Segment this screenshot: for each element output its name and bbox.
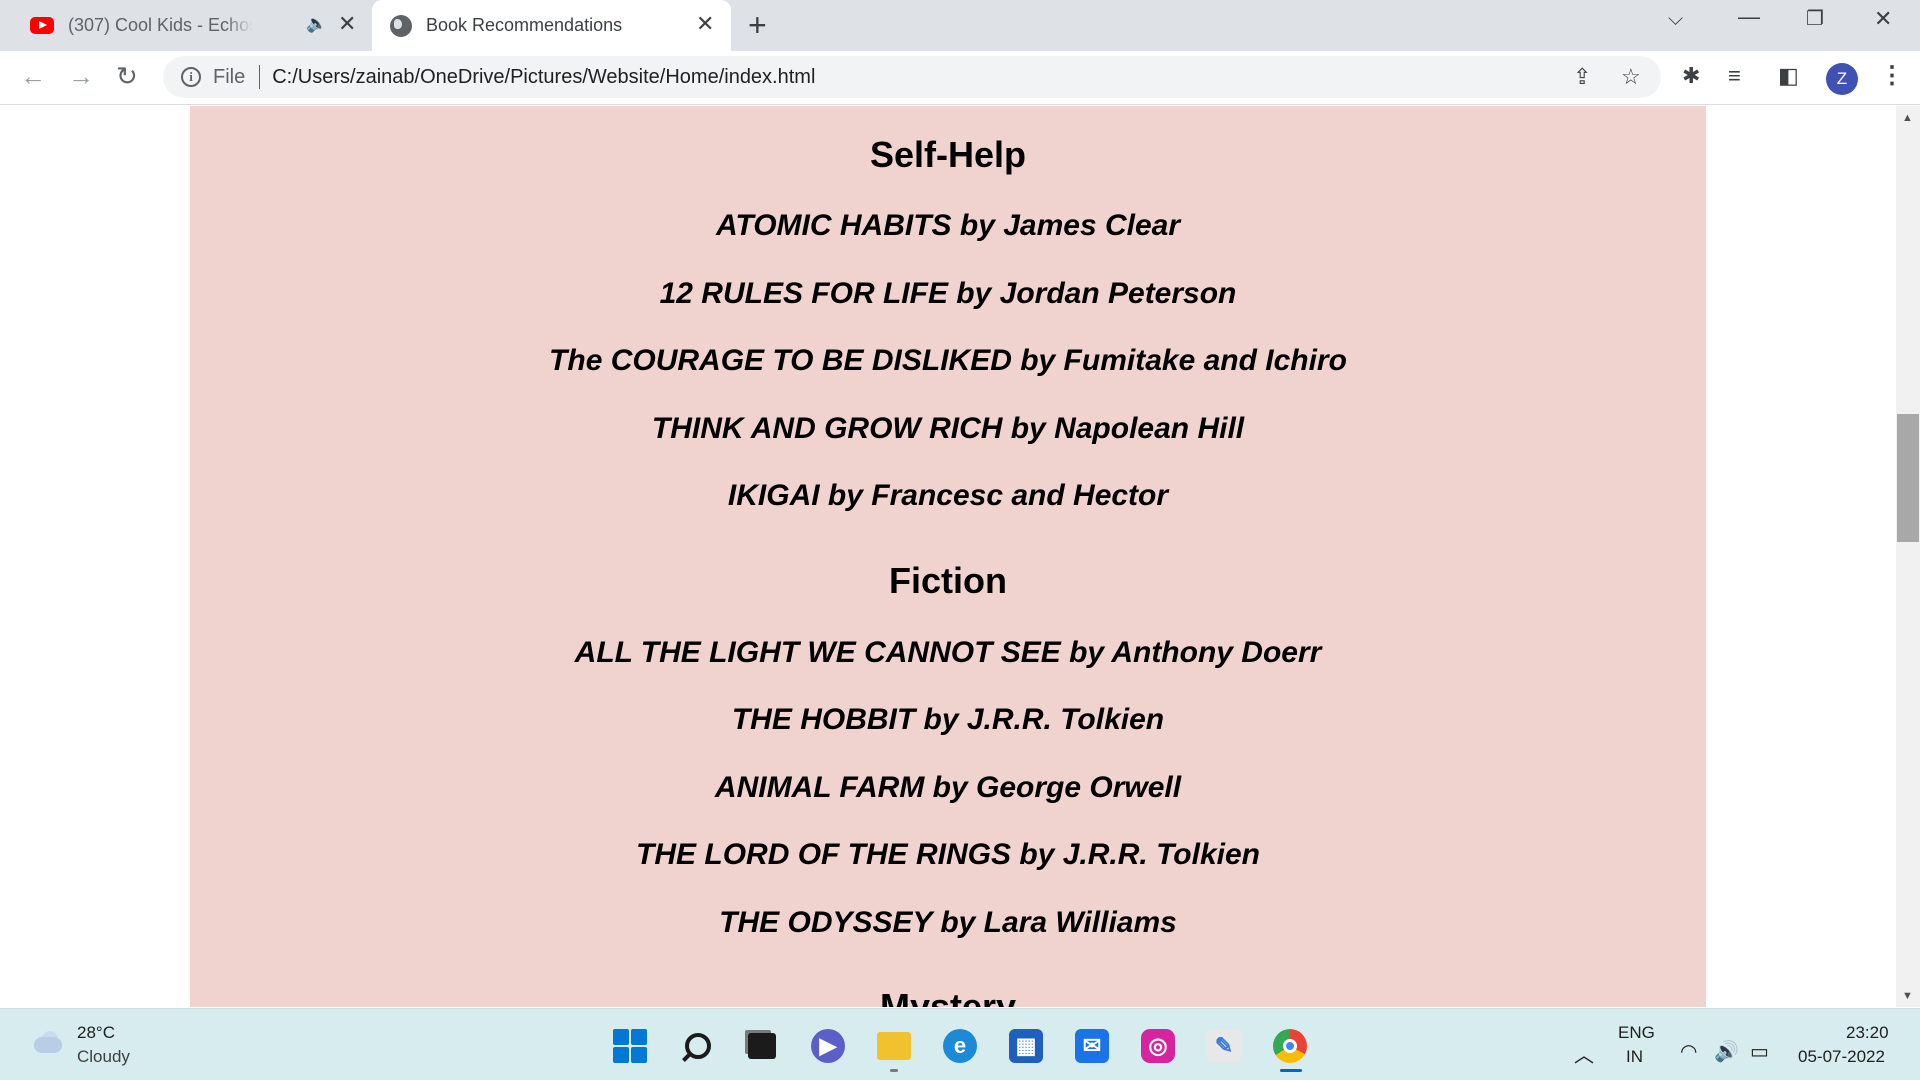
back-arrow-icon[interactable]: ← <box>20 61 46 92</box>
media-control-icon[interactable]: ≡ <box>1728 63 1741 89</box>
minimize-icon[interactable]: — <box>1738 4 1760 30</box>
battery-icon[interactable]: ▭ <box>1750 1039 1769 1064</box>
clock-time[interactable]: 23:20 <box>1846 1023 1889 1043</box>
search-icon[interactable] <box>678 1026 718 1066</box>
wifi-icon[interactable]: ◠ <box>1680 1039 1697 1064</box>
start-icon[interactable] <box>610 1026 650 1066</box>
tab-title: Book Recommendations <box>426 15 623 35</box>
book-item: ANIMAL FARM by George Orwell <box>714 771 1182 804</box>
tab-strip: (307) Cool Kids - Echosmith (Official Vi… <box>0 0 1920 51</box>
reload-icon[interactable]: ↻ <box>116 61 138 92</box>
address-bar[interactable]: i File C:/Users/zainab/OneDrive/Pictures… <box>163 56 1661 98</box>
new-tab-button[interactable]: + <box>748 8 767 42</box>
genre-heading-fiction: Fiction <box>889 560 1007 601</box>
microsoft-store-icon[interactable]: ▦ <box>1006 1026 1046 1066</box>
book-item: IKIGAI by Francesc and Hector <box>727 479 1169 512</box>
divider <box>259 65 261 89</box>
extensions-icon[interactable]: ✱ <box>1682 63 1700 89</box>
clock-date[interactable]: 05-07-2022 <box>1798 1047 1885 1067</box>
genre-heading-mystery: Mystery <box>879 986 1017 1007</box>
cloud-icon[interactable] <box>28 1031 66 1055</box>
task-view-icon[interactable] <box>742 1026 782 1066</box>
youtube-icon <box>30 17 54 34</box>
instagram-icon[interactable]: ◎ <box>1138 1026 1178 1066</box>
profile-avatar[interactable]: Z <box>1826 63 1858 95</box>
share-icon[interactable]: ⇪ <box>1573 64 1591 90</box>
weather-condition[interactable]: Cloudy <box>77 1047 130 1067</box>
book-item: ALL THE LIGHT WE CANNOT SEE by Anthony D… <box>574 636 1322 669</box>
language-indicator[interactable]: ENG <box>1618 1023 1655 1043</box>
weather-temperature[interactable]: 28°C <box>77 1023 115 1043</box>
restore-icon[interactable]: ❐ <box>1806 6 1824 31</box>
tab-youtube[interactable]: (307) Cool Kids - Echosmith (Official Vi… <box>10 0 368 51</box>
chrome-icon[interactable] <box>1270 1026 1310 1066</box>
tab-search-chevron-icon[interactable]: ⌵ <box>1668 8 1683 31</box>
chevron-up-icon[interactable]: ︿ <box>1574 1039 1594 1068</box>
side-panel-icon[interactable]: ◧ <box>1778 63 1799 89</box>
scheme-label: File <box>213 65 246 88</box>
book-item: The COURAGE TO BE DISLIKED by Fumitake a… <box>549 344 1347 377</box>
scroll-down-arrow-icon[interactable]: ▼ <box>1902 990 1913 1002</box>
genre-heading-self-help: Self-Help <box>869 134 1027 175</box>
mail-icon[interactable]: ✉ <box>1072 1026 1112 1066</box>
active-app-indicator <box>1280 1069 1302 1072</box>
book-item: ATOMIC HABITS by James Clear <box>715 209 1181 242</box>
edge-icon[interactable]: e <box>940 1026 980 1066</box>
region-indicator[interactable]: IN <box>1626 1047 1643 1067</box>
book-item: THE LORD OF THE RINGS by J.R.R. Tolkien <box>636 838 1260 871</box>
globe-icon <box>390 14 412 37</box>
tab-book-recommendations[interactable]: Book Recommendations ✕ <box>372 0 731 51</box>
menu-kebab-icon[interactable]: ⋮ <box>1880 61 1904 90</box>
info-icon[interactable]: i <box>181 67 201 87</box>
teams-chat-icon[interactable]: ▶ <box>808 1026 848 1066</box>
book-item: 12 RULES FOR LIFE by Jordan Peterson <box>659 277 1237 310</box>
volume-icon[interactable]: 🔊 <box>1714 1039 1739 1064</box>
windows-taskbar: 28°C Cloudy ▶ e ▦ ✉ ◎ ✎ ︿ ENG IN ◠ 🔊 ▭ 2… <box>0 1008 1920 1080</box>
window-close-icon[interactable]: ✕ <box>1874 6 1892 32</box>
forward-arrow-icon[interactable]: → <box>68 61 94 92</box>
close-icon[interactable]: ✕ <box>696 11 714 37</box>
notepad-icon[interactable]: ✎ <box>1204 1026 1244 1066</box>
vertical-scrollbar[interactable] <box>1896 106 1920 1007</box>
browser-toolbar: ← → ↻ i File C:/Users/zainab/OneDrive/Pi… <box>0 51 1920 105</box>
speaker-icon[interactable]: 🔈 <box>306 14 327 34</box>
running-indicator <box>890 1069 898 1072</box>
book-panel: Self-Help ATOMIC HABITS by James Clear 1… <box>190 106 1706 1007</box>
bookmark-star-icon[interactable]: ☆ <box>1621 64 1641 90</box>
page-viewport: Self-Help ATOMIC HABITS by James Clear 1… <box>0 106 1896 1007</box>
scroll-up-arrow-icon[interactable]: ▲ <box>1902 112 1913 124</box>
close-icon[interactable]: ✕ <box>338 11 356 37</box>
book-item: THE HOBBIT by J.R.R. Tolkien <box>731 703 1165 736</box>
tab-title: (307) Cool Kids - Echosmith (Official Vi… <box>68 15 253 35</box>
file-explorer-icon[interactable] <box>874 1026 914 1066</box>
book-item: THE ODYSSEY by Lara Williams <box>719 906 1177 939</box>
book-item: THINK AND GROW RICH by Napolean Hill <box>651 412 1245 445</box>
scrollbar-thumb[interactable] <box>1897 414 1919 542</box>
url-text[interactable]: C:/Users/zainab/OneDrive/Pictures/Websit… <box>272 66 815 89</box>
